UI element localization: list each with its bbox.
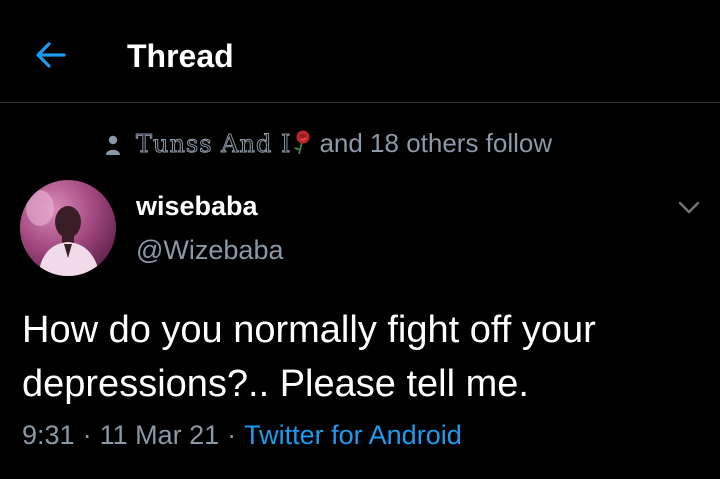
social-context[interactable]: Tunss And I and 18 others follow — [100, 126, 552, 160]
person-icon — [100, 130, 126, 156]
tweet-thread-screen: Thread Tunss And I and 18 others follow — [0, 0, 720, 479]
page-title: Thread — [127, 38, 234, 74]
author-handle[interactable]: @Wizebaba — [136, 235, 283, 266]
arrow-left-icon — [36, 42, 66, 68]
social-context-suffix: and 18 others follow — [319, 127, 553, 158]
rose-icon — [294, 130, 310, 154]
social-context-text: Tunss And I and 18 others follow — [135, 127, 553, 159]
separator: · — [227, 420, 237, 450]
tweet-time: 9:31 — [22, 420, 75, 450]
chevron-down-icon — [678, 201, 700, 214]
tweet-menu-button[interactable] — [672, 194, 706, 222]
tweet-date: 11 Mar 21 — [99, 420, 220, 450]
avatar[interactable] — [20, 180, 116, 276]
back-button[interactable] — [30, 38, 70, 72]
author-display-name[interactable]: wisebaba — [136, 191, 258, 222]
tweet-metadata: 9:31 · 11 Mar 21 · Twitter for Android — [22, 420, 462, 451]
tweet-text: How do you normally fight off your depre… — [22, 309, 596, 405]
top-app-bar: Thread — [0, 0, 720, 103]
avatar-photo — [20, 180, 116, 276]
separator: · — [82, 420, 92, 450]
followed-user-names: Tunss And I — [135, 129, 292, 158]
tweet-source-link[interactable]: Twitter for Android — [244, 420, 462, 450]
